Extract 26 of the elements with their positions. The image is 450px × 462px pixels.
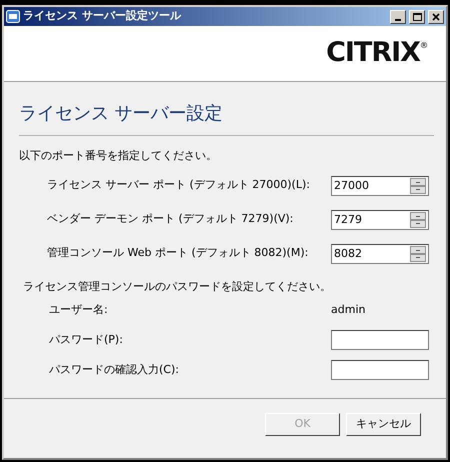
- window-title: ライセンス サーバー設定ツール: [23, 8, 182, 24]
- field-label: ライセンス サーバー ポート (デフォルト 27000)(L):: [47, 177, 311, 194]
- field-label: ベンダー デーモン ポート (デフォルト 7279)(V):: [47, 211, 294, 228]
- instruction-text: 以下のポート番号を指定してください。: [19, 148, 218, 164]
- spin-arrows-icon[interactable]: [410, 212, 426, 228]
- minimize-icon: [395, 18, 401, 20]
- minimize-button[interactable]: [390, 10, 406, 24]
- close-button[interactable]: [428, 10, 444, 24]
- spin-arrows-icon[interactable]: [410, 178, 426, 194]
- cancel-button[interactable]: キャンセル: [346, 413, 421, 436]
- instruction-text: ライセンス管理コンソールのパスワードを設定してください。: [23, 278, 332, 294]
- field-label: ユーザー名:: [49, 302, 109, 318]
- maximize-button[interactable]: [409, 10, 425, 24]
- password-field[interactable]: [331, 360, 429, 380]
- maximize-icon: [412, 12, 422, 22]
- logo-text: CITRIX: [326, 36, 420, 70]
- page-heading: ライセンス サーバー設定: [19, 100, 434, 136]
- close-icon: [431, 12, 441, 22]
- username-value: admin: [331, 302, 366, 318]
- field-label: パスワード(P):: [49, 332, 124, 348]
- spin-arrows-icon[interactable]: [410, 246, 426, 262]
- password-field[interactable]: [331, 330, 429, 350]
- app-icon: [6, 10, 20, 23]
- field-label: パスワードの確認入力(C):: [49, 362, 180, 378]
- trademark-mark: ®: [420, 40, 428, 50]
- field-label: 管理コンソール Web ポート (デフォルト 8082)(M):: [47, 245, 310, 262]
